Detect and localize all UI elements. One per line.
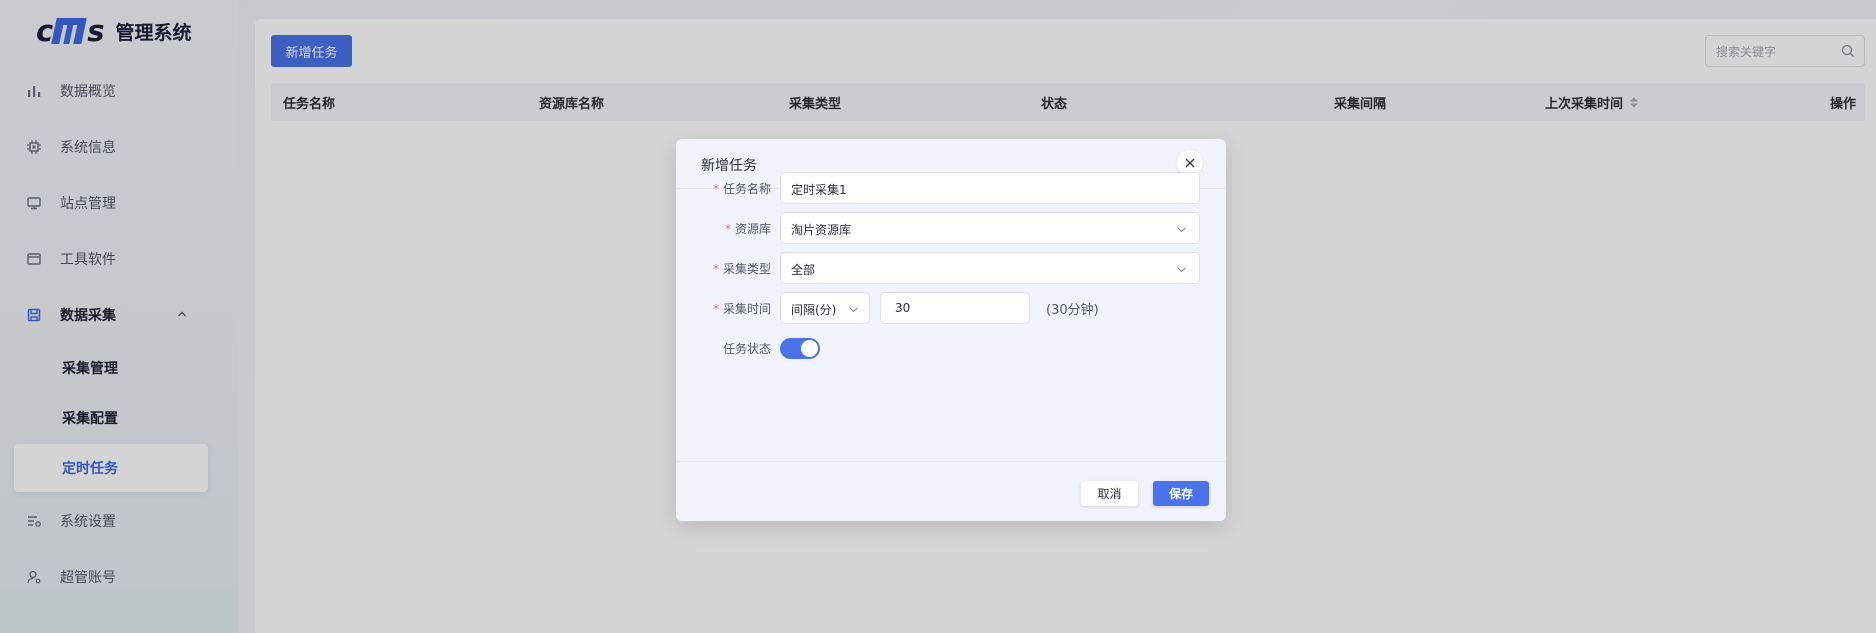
repository-select[interactable]: 淘片资源库 (780, 212, 1200, 244)
task-status-toggle[interactable] (780, 338, 820, 359)
select-value: 全部 (791, 263, 816, 277)
chevron-down-icon (1176, 224, 1187, 239)
select-value: 间隔(分) (791, 303, 837, 317)
form-row-collect-time: * 采集时间 间隔(分) 30 (30分钟) (676, 292, 1226, 324)
interval-hint: (30分钟) (1046, 303, 1099, 318)
close-icon (1185, 158, 1195, 168)
select-value: 淘片资源库 (791, 223, 852, 237)
form-label: * 任务名称 (712, 182, 771, 196)
interval-value-input[interactable]: 30 (880, 292, 1030, 324)
save-button[interactable]: 保存 (1153, 481, 1209, 506)
form-row-task-status: 任务状态 (676, 332, 1226, 364)
required-mark: * (712, 262, 719, 276)
chevron-down-icon (848, 304, 859, 319)
form-label: * 采集时间 (712, 302, 771, 316)
add-task-dialog: 新增任务 * 任务名称 定时采集1 * 资源库 淘片资源库 * 采集类型 全部 * 采集… (676, 139, 1226, 521)
required-mark: * (712, 182, 719, 196)
chevron-down-icon (1176, 264, 1187, 279)
form-row-task-name: * 任务名称 定时采集1 (676, 172, 1226, 204)
required-mark: * (712, 302, 719, 316)
dialog-footer: 取消 保存 (676, 461, 1226, 521)
required-mark: * (724, 222, 731, 236)
task-name-input[interactable]: 定时采集1 (780, 172, 1200, 204)
form-label: * 资源库 (724, 222, 771, 236)
form-row-collect-type: * 采集类型 全部 (676, 252, 1226, 284)
toggle-knob (801, 340, 818, 357)
input-value: 30 (895, 301, 911, 315)
form-label: 任务状态 (722, 342, 771, 356)
collect-type-select[interactable]: 全部 (780, 252, 1200, 284)
cancel-button[interactable]: 取消 (1081, 481, 1138, 506)
interval-mode-select[interactable]: 间隔(分) (780, 292, 870, 324)
form-label: * 采集类型 (712, 262, 771, 276)
form-row-repository: * 资源库 淘片资源库 (676, 212, 1226, 244)
input-value: 定时采集1 (791, 183, 847, 197)
